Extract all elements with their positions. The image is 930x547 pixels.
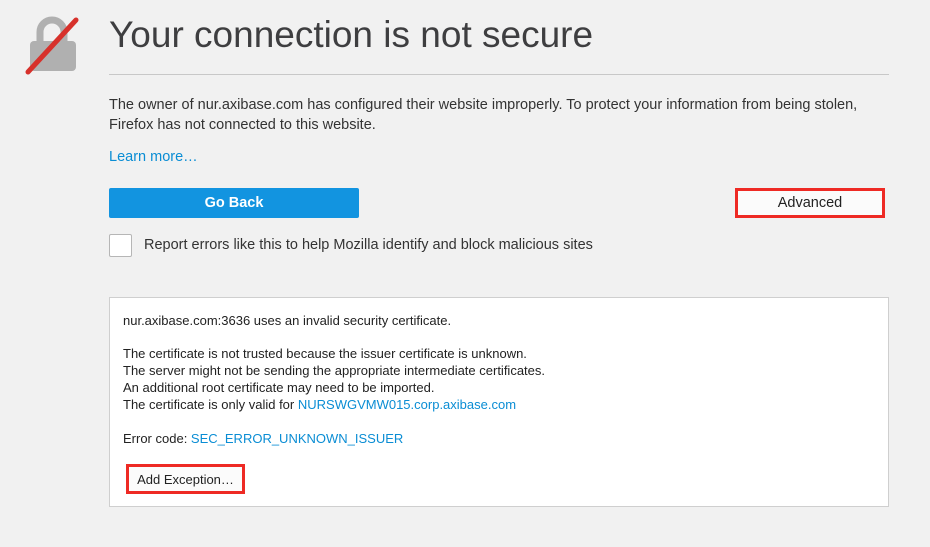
error-code-link[interactable]: SEC_ERROR_UNKNOWN_ISSUER [191,431,403,446]
valid-for-prefix: The certificate is only valid for [123,397,298,412]
intro-text: The owner of nur.axibase.com has configu… [109,97,858,133]
certificate-summary: nur.axibase.com:3636 uses an invalid sec… [123,313,452,328]
advanced-details-panel: nur.axibase.com:3636 uses an invalid sec… [109,297,889,507]
add-exception-button[interactable]: Add Exception… [126,464,245,494]
report-errors-row: Report errors like this to help Mozilla … [109,232,593,258]
details-line: The server might not be sending the appr… [123,363,546,378]
broken-lock-icon [25,16,79,75]
report-errors-checkbox[interactable] [109,233,132,257]
valid-host-link[interactable]: NURSWGVMW015.corp.axibase.com [298,397,516,412]
page-title: Your connection is not secure [109,14,594,55]
details-line: An additional root certificate may need … [123,380,435,395]
title-divider [109,74,889,75]
error-code-line: Error code: SEC_ERROR_UNKNOWN_ISSUER [123,431,403,446]
report-errors-label: Report errors like this to help Mozilla … [144,237,593,253]
details-line: The certificate is not trusted because t… [123,346,527,361]
go-back-button[interactable]: Go Back [109,188,359,218]
learn-more-link[interactable]: Learn more… [109,149,198,165]
error-page: Your connection is not secure The owner … [0,0,930,547]
valid-for-line: The certificate is only valid for NURSWG… [123,397,516,412]
advanced-button[interactable]: Advanced [735,188,885,218]
error-code-prefix: Error code: [123,431,191,446]
